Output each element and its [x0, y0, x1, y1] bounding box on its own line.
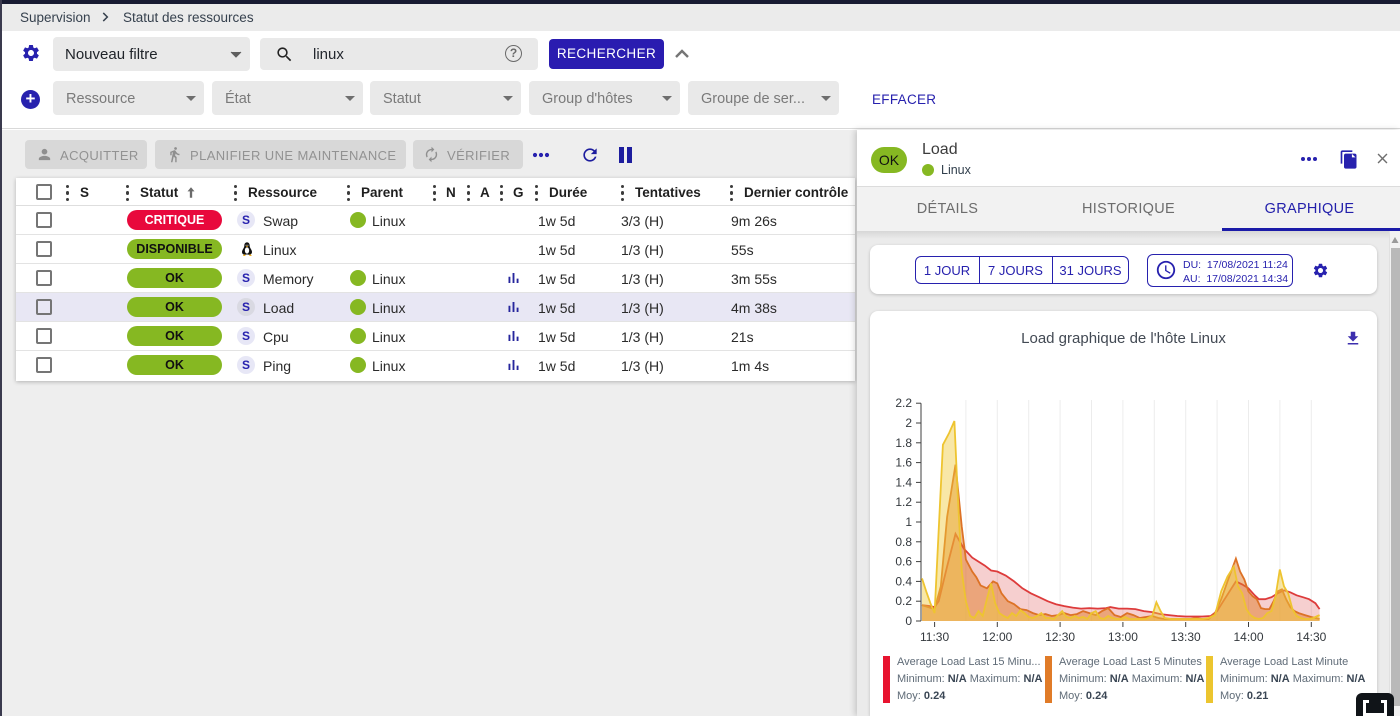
svg-text:0: 0	[905, 614, 912, 628]
svg-text:12:30: 12:30	[1045, 630, 1075, 644]
svg-text:0.6: 0.6	[895, 555, 912, 569]
svg-text:12:00: 12:00	[982, 630, 1012, 644]
svg-text:1: 1	[905, 515, 912, 529]
svg-text:1.6: 1.6	[895, 456, 912, 470]
svg-text:1.8: 1.8	[895, 436, 912, 450]
svg-text:2.2: 2.2	[895, 396, 912, 410]
svg-text:0.8: 0.8	[895, 535, 912, 549]
svg-text:0.4: 0.4	[895, 574, 912, 588]
svg-text:0.2: 0.2	[895, 594, 912, 608]
svg-text:13:30: 13:30	[1171, 630, 1201, 644]
svg-text:2: 2	[905, 416, 912, 430]
svg-text:11:30: 11:30	[920, 630, 949, 644]
svg-text:1.2: 1.2	[895, 495, 912, 509]
svg-text:14:30: 14:30	[1296, 630, 1326, 644]
svg-text:1.4: 1.4	[895, 475, 912, 489]
svg-text:13:00: 13:00	[1108, 630, 1138, 644]
svg-text:14:00: 14:00	[1233, 630, 1263, 644]
